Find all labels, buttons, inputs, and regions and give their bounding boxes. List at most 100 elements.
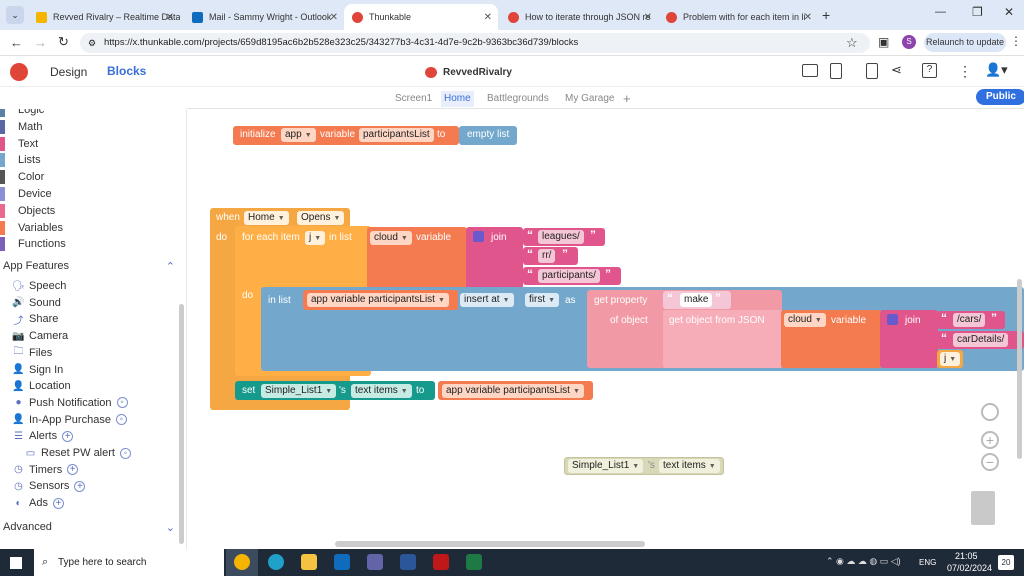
feature-timers[interactable]: ◷ Timers + (12, 462, 79, 478)
url-bar[interactable]: ⚙ https://x.thunkable.com/projects/659d81… (80, 33, 870, 53)
browser-tab[interactable]: Revved Rivalry – Realtime Datab ✕ (28, 4, 180, 30)
word-icon[interactable] (400, 554, 416, 570)
zoom-out-icon[interactable]: − (981, 453, 999, 471)
add-icon[interactable]: + (67, 464, 79, 476)
category-lists[interactable]: Lists (0, 152, 41, 168)
forward-icon[interactable]: → (34, 35, 47, 50)
property-dropdown[interactable]: text items ▼ (351, 384, 412, 398)
chrome-icon[interactable] (234, 554, 250, 570)
account-icon[interactable]: 👤▾ (985, 62, 1008, 78)
category-objects[interactable]: Objects (0, 203, 55, 219)
category-text[interactable]: Text (0, 136, 38, 152)
zoom-in-icon[interactable]: + (981, 431, 999, 449)
text-field[interactable]: leagues/ (538, 230, 584, 244)
feature-sensors[interactable]: ◷ Sensors + (12, 478, 86, 494)
feature-reset-pw-alert[interactable]: ▭ Reset PW alert ◦ (24, 445, 131, 461)
side-panel-icon[interactable]: ▣ (878, 35, 889, 49)
horizontal-scrollbar[interactable] (335, 541, 645, 547)
screen-tab-screen1[interactable]: Screen1 (392, 91, 435, 107)
category-variables[interactable]: Variables (0, 220, 63, 236)
component-dropdown[interactable]: Simple_List1 ▼ (261, 384, 337, 398)
browser-menu-icon[interactable]: ⋮ (1010, 34, 1022, 48)
browser-tab-active[interactable]: Thunkable ✕ (344, 4, 498, 30)
advanced-section-header[interactable]: Advanced ⌄ (3, 519, 181, 535)
feature-ads[interactable]: ◐ Ads + (12, 495, 64, 511)
clock-time[interactable]: 21:05 (955, 551, 978, 561)
blocks-tab[interactable]: Blocks (107, 64, 146, 78)
getter-component-dropdown[interactable]: Simple_List1 ▼ (568, 459, 644, 473)
vertical-scrollbar[interactable] (1017, 279, 1022, 459)
feature-sound[interactable]: 🔊 Sound (12, 295, 61, 311)
list-variable-dropdown[interactable]: app variable participantsList ▼ (307, 293, 449, 307)
text-field[interactable]: /cars/ (953, 313, 986, 327)
feature-sign-in[interactable]: 👤 Sign In (12, 362, 63, 378)
minimize-button[interactable]: — (935, 6, 946, 18)
restore-button[interactable]: ❐ (972, 5, 983, 19)
screen-dropdown[interactable]: Home ▼ (244, 211, 289, 225)
bookmark-star-icon[interactable]: ☆ (846, 35, 858, 51)
file-explorer-icon[interactable] (301, 554, 317, 570)
live-test-icon[interactable] (830, 63, 842, 79)
cloud-scope-dropdown-2[interactable]: cloud ▼ (784, 313, 826, 327)
screen-tab-battlegrounds[interactable]: Battlegrounds (484, 91, 552, 107)
category-device[interactable]: Device (0, 186, 52, 202)
screen-tab-my-garage[interactable]: My Garage (562, 91, 617, 107)
text-field[interactable]: rr/ (538, 249, 556, 263)
preview-icon[interactable] (802, 64, 818, 77)
feature-push-notification[interactable]: ● Push Notification ◦ (12, 395, 128, 411)
browser-tab[interactable]: Mail - Sammy Wright - Outlook ✕ (184, 4, 344, 30)
value-variable-dropdown[interactable]: app variable participantsList ▼ (442, 384, 584, 398)
settings-icon[interactable]: ◦ (116, 397, 128, 409)
browser-tab[interactable]: How to iterate through JSON re ✕ (500, 4, 658, 30)
feature-location[interactable]: 👤 Location (12, 378, 70, 394)
back-icon[interactable]: ← (10, 35, 23, 50)
category-functions[interactable]: Functions (0, 236, 66, 252)
feature-camera[interactable]: 📷 Camera (12, 328, 68, 344)
add-screen-button[interactable]: + (620, 91, 634, 107)
share-project-icon[interactable]: ⋖ (891, 62, 902, 78)
screen-tab-home[interactable]: Home (441, 91, 474, 107)
edge-icon[interactable] (268, 554, 284, 570)
add-icon[interactable]: + (74, 480, 86, 492)
add-icon[interactable]: + (52, 497, 64, 509)
feature-share[interactable]: ⤴ Share (12, 311, 59, 327)
relaunch-button[interactable]: Relaunch to update (924, 33, 1006, 52)
public-button[interactable]: Public (976, 89, 1024, 105)
reload-icon[interactable]: ↻ (58, 34, 69, 50)
browser-tab[interactable]: Problem with for each item in li ✕ (658, 4, 818, 30)
sidebar-scrollbar[interactable] (179, 304, 184, 544)
scope-dropdown[interactable]: app ▼ (281, 128, 316, 142)
tab-search-button[interactable]: ⌄ (6, 6, 24, 24)
join-gear-icon[interactable] (473, 231, 484, 242)
trash-icon[interactable] (971, 491, 995, 525)
design-tab[interactable]: Design (50, 65, 87, 79)
feature-speech[interactable]: 🗣 Speech (12, 278, 66, 294)
taskbar-search[interactable]: ⌕ Type here to search (34, 549, 224, 576)
blocks-workspace[interactable]: initialize app ▼ variable participantsLis… (187, 109, 1024, 549)
site-info-icon[interactable]: ⚙ (88, 33, 96, 53)
close-tab-icon[interactable]: ✕ (644, 12, 652, 23)
expand-chevron-icon[interactable]: ⌄ (166, 521, 175, 534)
item-variable-dropdown[interactable]: j ▼ (940, 352, 961, 366)
feature-alerts[interactable]: ☰ Alerts + (12, 428, 74, 444)
category-math[interactable]: Math (0, 119, 42, 135)
variable-name-field[interactable]: participantsList (359, 128, 434, 142)
feature-in-app-purchase[interactable]: 👤 In-App Purchase ◦ (12, 412, 127, 428)
add-icon[interactable]: + (62, 430, 74, 442)
notification-badge[interactable]: 20 (998, 555, 1014, 570)
new-tab-button[interactable]: + (822, 7, 830, 23)
clock-date[interactable]: 07/02/2024 (947, 563, 992, 573)
settings-icon[interactable]: ◦ (119, 447, 131, 459)
category-logic[interactable]: Logic (0, 109, 44, 118)
more-menu-icon[interactable]: ⋮ (958, 63, 972, 80)
mcafee-icon[interactable] (433, 554, 449, 570)
text-field[interactable]: participants/ (538, 269, 600, 283)
help-icon[interactable]: ? (922, 63, 937, 78)
excel-icon[interactable] (466, 554, 482, 570)
text-field[interactable]: carDetails/ (953, 333, 1009, 347)
event-dropdown[interactable]: Opens ▼ (297, 211, 345, 225)
getter-property-dropdown[interactable]: text items ▼ (659, 459, 720, 473)
recenter-icon[interactable] (981, 403, 999, 421)
download-icon[interactable] (866, 63, 878, 79)
close-tab-icon[interactable]: ✕ (804, 12, 812, 23)
